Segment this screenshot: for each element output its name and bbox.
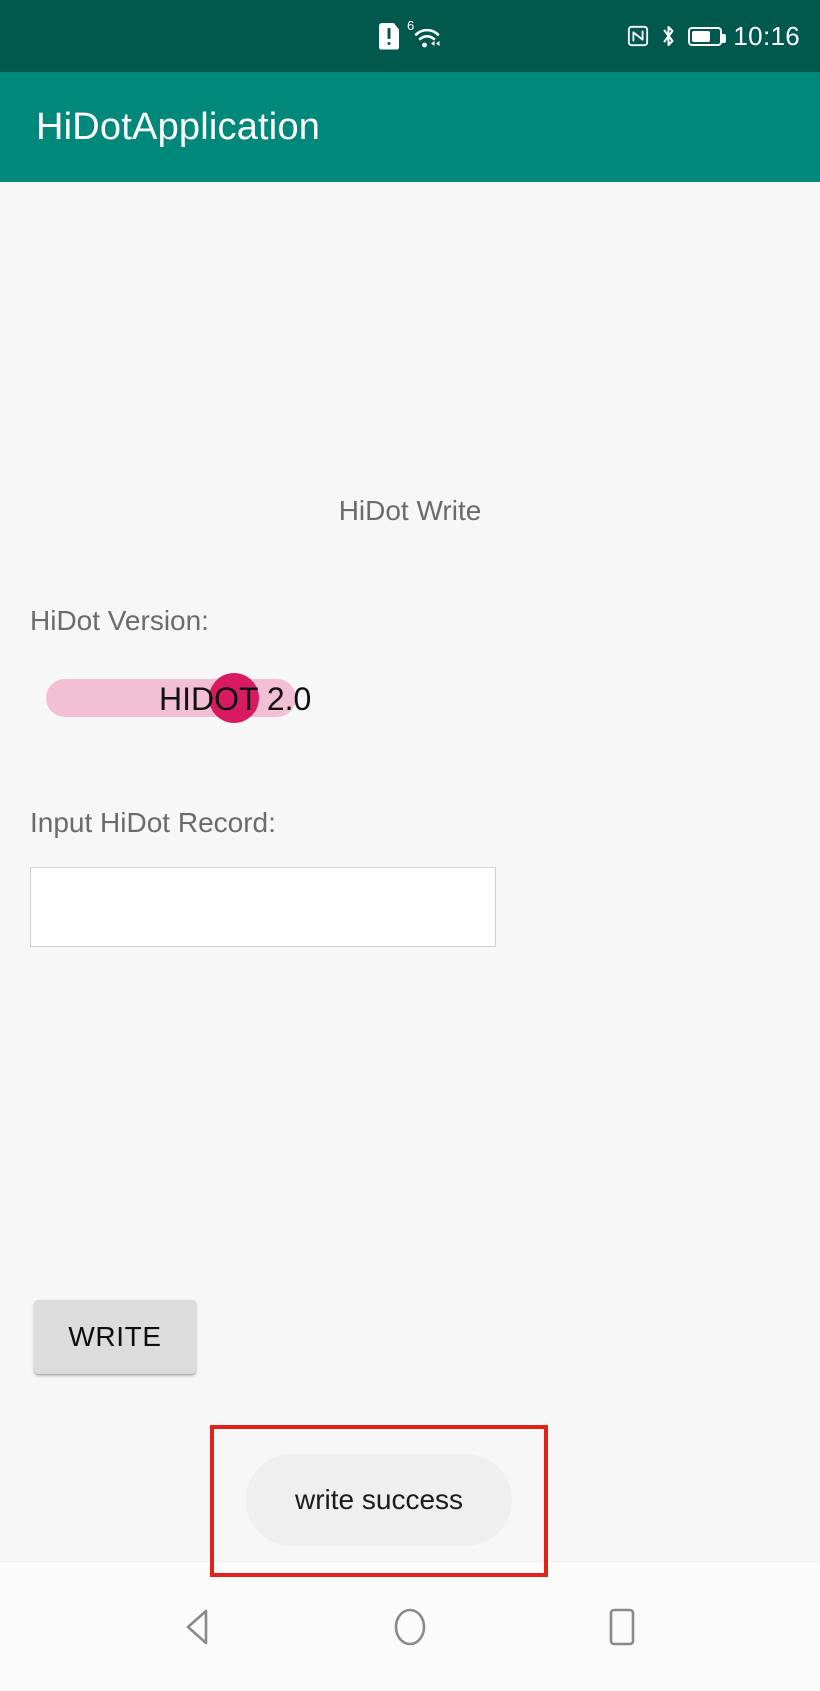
- version-slider[interactable]: HIDOT 2.0: [46, 673, 311, 723]
- battery-icon: [688, 26, 727, 46]
- sim-card-alert-icon: [379, 22, 399, 50]
- phone-screen: 6 10:16 HiDotApplication HiDot Write HiD…: [0, 0, 820, 1691]
- record-label: Input HiDot Record:: [30, 807, 276, 838]
- version-slider-value: HIDOT 2.0: [159, 681, 312, 717]
- navigation-bar: [0, 1561, 820, 1691]
- back-triangle-icon: [186, 1609, 208, 1644]
- back-icon[interactable]: [163, 1592, 233, 1662]
- app-title: HiDotApplication: [36, 105, 321, 148]
- version-label: HiDot Version:: [30, 605, 209, 636]
- app-bar: HiDotApplication: [0, 72, 820, 182]
- home-circle-icon: [394, 1608, 426, 1645]
- record-input[interactable]: [30, 867, 496, 947]
- recents-icon[interactable]: [587, 1592, 657, 1662]
- status-bar: 6 10:16: [0, 0, 820, 72]
- home-icon[interactable]: [375, 1592, 445, 1662]
- status-bar-clock: 10:16: [733, 20, 800, 51]
- main-content: HiDot Write HiDot Version: HIDOT 2.0 Inp…: [0, 182, 820, 1577]
- wifi-6-icon: 6: [407, 19, 441, 50]
- status-bar-right-icons: 10:16: [627, 21, 800, 52]
- wifi-arcs-icon: [414, 28, 440, 48]
- write-button[interactable]: WRITE: [34, 1300, 196, 1374]
- page-title: HiDot Write: [338, 495, 482, 526]
- bluetooth-icon: [663, 26, 674, 46]
- toast-message: write success: [246, 1454, 512, 1546]
- recents-square-icon: [609, 1608, 635, 1645]
- nfc-icon: [628, 25, 649, 47]
